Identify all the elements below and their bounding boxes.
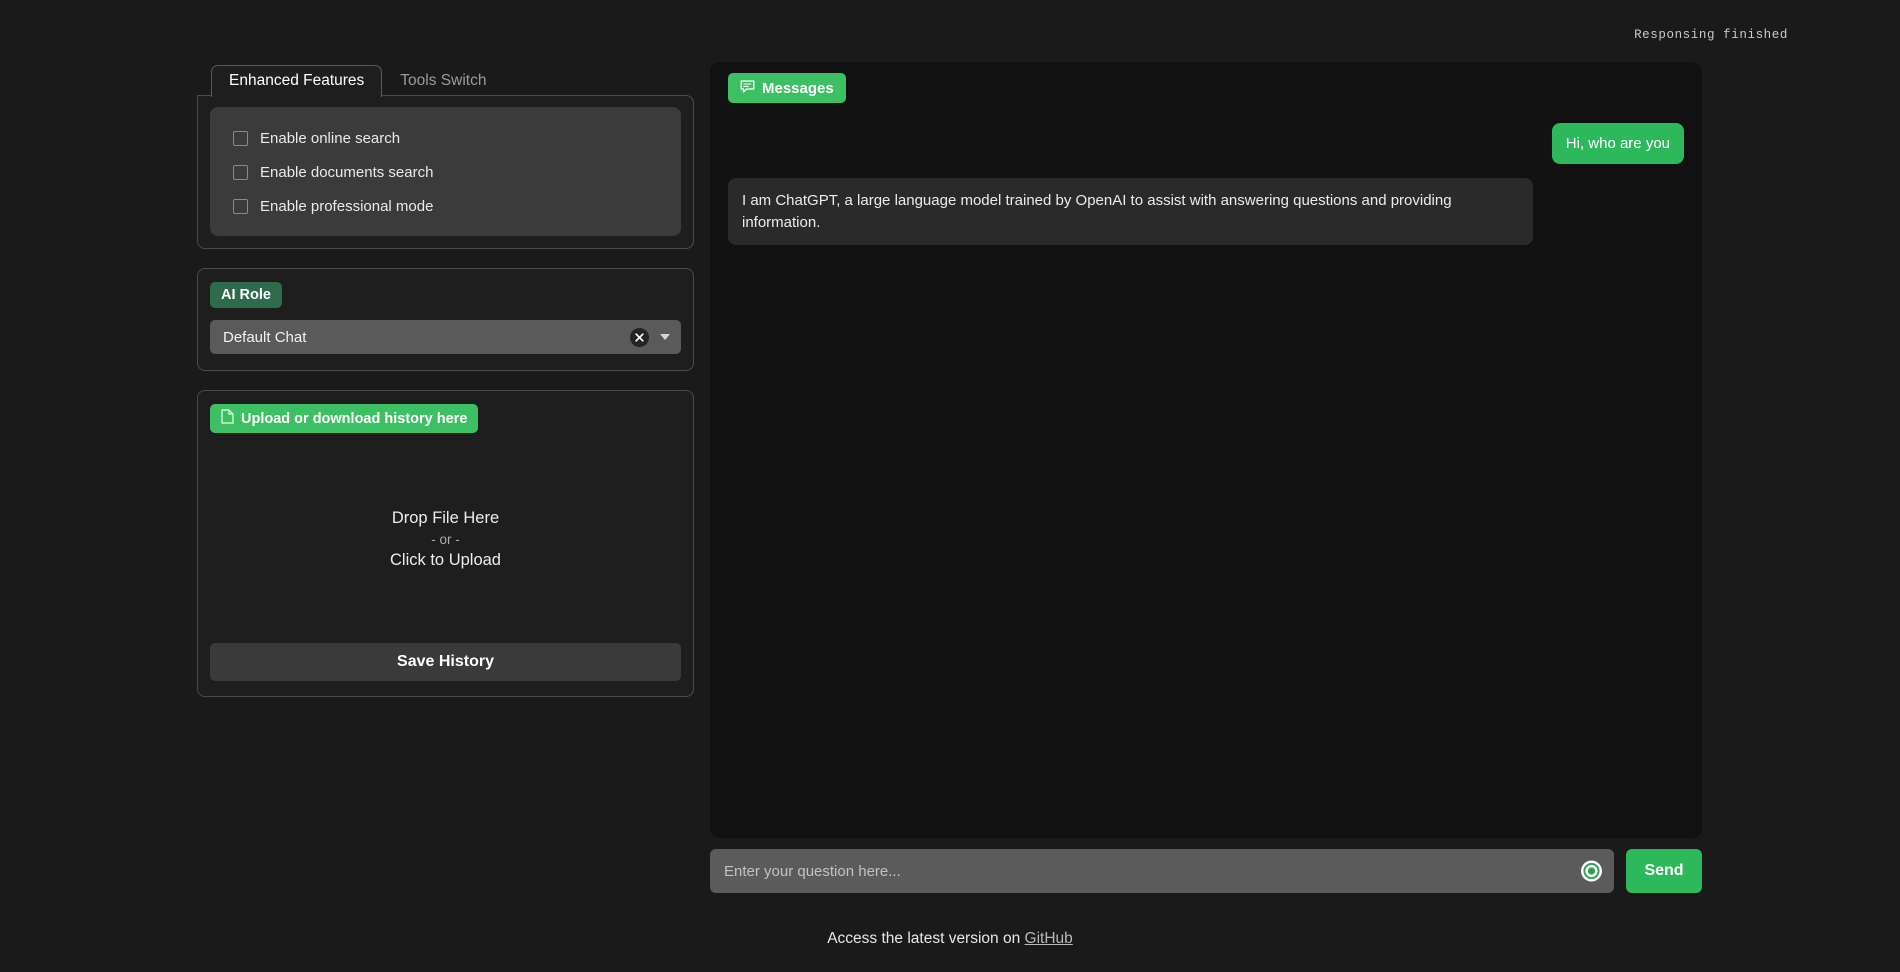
- chat-input-row: Send: [710, 849, 1702, 893]
- tab-row: Enhanced Features Tools Switch: [197, 62, 694, 97]
- dropzone-line-click-upload: Click to Upload: [390, 551, 501, 570]
- checkbox-label: Enable documents search: [260, 163, 434, 181]
- send-button[interactable]: Send: [1626, 849, 1702, 893]
- chat-column: Messages Hi, who are you I am ChatGPT, a…: [710, 62, 1702, 893]
- messages-badge-label: Messages: [762, 79, 834, 97]
- status-text: Responsing finished: [1634, 28, 1788, 42]
- checkbox-row-online-search[interactable]: Enable online search: [210, 121, 681, 155]
- feature-checkbox-group: Enable online search Enable documents se…: [210, 107, 681, 236]
- chat-bubble-icon: [740, 79, 755, 97]
- checkbox-row-professional-mode[interactable]: Enable professional mode: [210, 189, 681, 223]
- message-bubble-user: Hi, who are you: [1551, 123, 1684, 165]
- tab-panel-body: Enable online search Enable documents se…: [197, 95, 694, 249]
- footer: Access the latest version on GitHub: [0, 930, 1900, 948]
- upload-history-badge: Upload or download history here: [210, 404, 479, 433]
- github-link[interactable]: GitHub: [1025, 930, 1073, 947]
- message-row-user: Hi, who are you: [728, 123, 1684, 165]
- close-x-icon[interactable]: [630, 327, 649, 347]
- messages-badge: Messages: [728, 73, 846, 103]
- microphone-record-icon[interactable]: [1581, 860, 1602, 882]
- ai-role-badge-label: AI Role: [221, 287, 271, 303]
- file-icon: [221, 409, 234, 428]
- checkbox-label: Enable professional mode: [260, 197, 434, 215]
- settings-tabs-panel: Enhanced Features Tools Switch Enable on…: [197, 62, 694, 249]
- ai-role-panel: AI Role Default Chat: [197, 268, 694, 371]
- checkbox-label: Enable online search: [260, 129, 401, 147]
- history-upload-panel: Upload or download history here Drop Fil…: [197, 390, 694, 697]
- checkbox-online-search[interactable]: [233, 130, 248, 146]
- tab-enhanced-features[interactable]: Enhanced Features: [211, 65, 383, 97]
- save-history-button[interactable]: Save History: [210, 643, 681, 681]
- message-list: Hi, who are you I am ChatGPT, a large la…: [728, 123, 1684, 245]
- chat-input-wrapper: [710, 849, 1614, 893]
- checkbox-professional-mode[interactable]: [233, 198, 248, 214]
- tab-tools-switch[interactable]: Tools Switch: [382, 65, 504, 97]
- file-dropzone[interactable]: Drop File Here - or - Click to Upload: [210, 455, 681, 643]
- footer-text: Access the latest version on: [827, 930, 1021, 947]
- dropzone-line-primary: Drop File Here: [391, 509, 500, 527]
- chat-window: Messages Hi, who are you I am ChatGPT, a…: [710, 62, 1702, 838]
- chat-input[interactable]: [710, 849, 1614, 893]
- app-root: Responsing finished Enhanced Features To…: [0, 0, 1900, 972]
- sidebar: Enhanced Features Tools Switch Enable on…: [197, 62, 694, 697]
- message-row-assistant: I am ChatGPT, a large language model tra…: [728, 178, 1684, 245]
- ai-role-badge: AI Role: [210, 282, 282, 308]
- checkbox-documents-search[interactable]: [233, 164, 248, 180]
- ai-role-selected-value: Default Chat: [223, 328, 307, 346]
- checkbox-row-documents-search[interactable]: Enable documents search: [210, 155, 681, 189]
- dropzone-line-or: - or -: [431, 531, 460, 547]
- ai-role-select[interactable]: Default Chat: [210, 320, 681, 354]
- message-bubble-assistant: I am ChatGPT, a large language model tra…: [728, 178, 1533, 245]
- upload-history-badge-label: Upload or download history here: [241, 410, 468, 427]
- chevron-down-icon[interactable]: [660, 334, 670, 340]
